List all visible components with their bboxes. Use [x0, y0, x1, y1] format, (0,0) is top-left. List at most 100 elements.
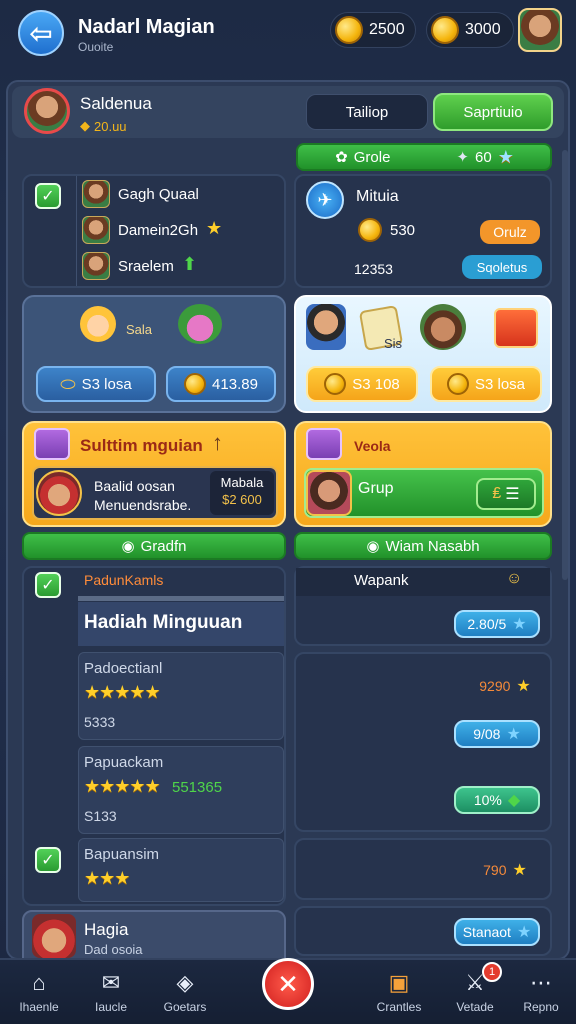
- coin-icon: [184, 373, 207, 395]
- close-button[interactable]: ✕: [262, 958, 314, 1010]
- arrow-up-icon: ⬆: [182, 254, 198, 274]
- weekly-header: PadunKamls: [84, 572, 164, 588]
- tab-active[interactable]: Saprtiuio: [433, 93, 553, 131]
- friend-name: Sraelem: [118, 258, 174, 275]
- reward-left-pill-a[interactable]: ⬭ S3 losa: [36, 366, 156, 402]
- friend-avatar[interactable]: [82, 252, 110, 280]
- ranking-value[interactable]: 9290 ★: [470, 672, 540, 700]
- weekly-item-extra: 551365: [172, 779, 223, 796]
- friend-avatar[interactable]: [82, 180, 110, 208]
- tab-inactive[interactable]: Tailiop: [306, 94, 428, 130]
- promo-left-line1: Baalid oosan: [94, 478, 175, 494]
- checkbox-weekly-2[interactable]: ✓: [35, 847, 61, 873]
- shield-icon: ⬭: [60, 373, 76, 394]
- up-arrow-icon: ↑: [212, 430, 223, 455]
- rating-stars: ★★★★★: [84, 682, 161, 702]
- promo-right-title: Veola: [354, 438, 391, 454]
- checkbox-friends[interactable]: ✓: [35, 183, 61, 209]
- bottom-card-name: Hagia: [84, 920, 129, 939]
- currency-b-value: 3000: [465, 21, 501, 38]
- currency-icon: ₤: [492, 485, 502, 502]
- coin-icon: [446, 373, 469, 395]
- coin-icon: [358, 218, 382, 242]
- player-avatar[interactable]: [518, 8, 562, 52]
- rating-stars: ★★★: [84, 868, 130, 888]
- friend-avatar[interactable]: [82, 216, 110, 244]
- gem-icon: ◆: [507, 792, 521, 809]
- checkbox-weekly[interactable]: ✓: [35, 572, 61, 598]
- info-icon: ◉: [121, 538, 135, 555]
- mission-button-2[interactable]: Sqoletus: [462, 255, 542, 279]
- ranking-value[interactable]: 10% ◆: [454, 786, 540, 814]
- ranking-value[interactable]: 2.80/5 ★: [454, 610, 540, 638]
- star-icon: ★: [506, 726, 521, 743]
- page-subtitle: Ouoite: [78, 40, 114, 54]
- weekly-divider: [78, 596, 284, 601]
- character-icon: [420, 304, 466, 350]
- promo-right-button[interactable]: ₤ ☰: [476, 478, 536, 510]
- currency-b[interactable]: 3000: [426, 12, 514, 48]
- character-icon: [306, 470, 352, 516]
- nav-home[interactable]: ⌂ Ihaenle: [4, 966, 74, 1018]
- clover-icon: ✿: [335, 149, 348, 166]
- monster-icon: [178, 304, 222, 344]
- mission-button[interactable]: Orulz: [480, 220, 540, 244]
- bar-right[interactable]: ◉ Wiam Nasabh: [294, 532, 552, 560]
- chest-icon: [306, 428, 342, 460]
- nav-mail[interactable]: ✉ Iaucle: [76, 966, 146, 1018]
- weekly-item-value: S133: [84, 808, 117, 824]
- ranking-value[interactable]: Stanaot ★: [454, 918, 540, 946]
- currency-a[interactable]: 2500: [330, 12, 416, 48]
- close-icon: ✕: [277, 968, 299, 999]
- nav-compass[interactable]: ◈ Goetars: [150, 966, 220, 1018]
- scrollbar[interactable]: [562, 150, 568, 580]
- menu-icon: ☰: [505, 486, 520, 503]
- friend-name: Damein2Gh: [118, 222, 199, 239]
- promo-left-price-box[interactable]: Mabala $2 600: [210, 471, 274, 515]
- weekly-item-name: Papuackam: [84, 754, 164, 771]
- weekly-item-name: Padoectianl: [84, 660, 163, 677]
- info-icon: ◉: [366, 538, 380, 555]
- star-icon: ★: [497, 146, 514, 167]
- profile-coins: ◆ 20.uu: [80, 118, 127, 134]
- bar-left[interactable]: ◉ Gradfn: [22, 532, 286, 560]
- coin-icon: [431, 16, 459, 44]
- star-icon: ★: [206, 218, 223, 238]
- compass-icon: ◈: [176, 970, 194, 995]
- coin-icon: [335, 16, 363, 44]
- reward-right-pill-b[interactable]: S3 losa: [430, 366, 542, 402]
- gem-icon: ✦: [456, 149, 469, 166]
- currency-a-value: 2500: [369, 21, 405, 38]
- ranking-value[interactable]: 790 ★: [470, 856, 540, 884]
- chest-icon: [34, 428, 70, 460]
- ranking-header: Wapank: [354, 572, 409, 589]
- more-icon: ⋯: [530, 970, 552, 995]
- back-arrow-icon: ⇦: [29, 17, 53, 49]
- star-icon: ★: [512, 616, 527, 633]
- mission-coins: 530: [390, 222, 416, 239]
- character-icon: [80, 306, 116, 342]
- nav-more[interactable]: ⋯ Repno: [506, 966, 576, 1018]
- friend-name: Gagh Quaal: [118, 186, 199, 203]
- rating-stars: ★★★★★: [84, 776, 161, 796]
- mail-icon: ✉: [101, 970, 121, 995]
- notification-badge: 1: [482, 962, 502, 982]
- top-status-bar[interactable]: ✿ Grole ✦ 60 ★: [296, 143, 552, 171]
- price-label: Mabala: [220, 475, 264, 490]
- gift-icon: [494, 308, 538, 348]
- plane-icon: ✈: [306, 181, 344, 219]
- reward-right-pill-a[interactable]: S3 108: [306, 366, 418, 402]
- mission-title: Mituia: [356, 188, 399, 205]
- mission-value: 12353: [354, 261, 393, 277]
- nav-chest[interactable]: ▣ Crantles: [364, 966, 434, 1018]
- profile-avatar[interactable]: [24, 88, 70, 134]
- star-icon: ★: [512, 862, 527, 879]
- star-icon: ★: [516, 678, 531, 695]
- reward-left-pill-b[interactable]: 413.89: [166, 366, 276, 402]
- emoji-icon: ☺: [506, 570, 523, 587]
- chest-icon: ▣: [388, 970, 410, 995]
- back-button[interactable]: ⇦: [18, 10, 64, 56]
- promo-right-label: Grup: [358, 480, 394, 497]
- ranking-value[interactable]: 9/08 ★: [454, 720, 540, 748]
- promo-left-line2: Menuendsrabe.: [94, 497, 192, 513]
